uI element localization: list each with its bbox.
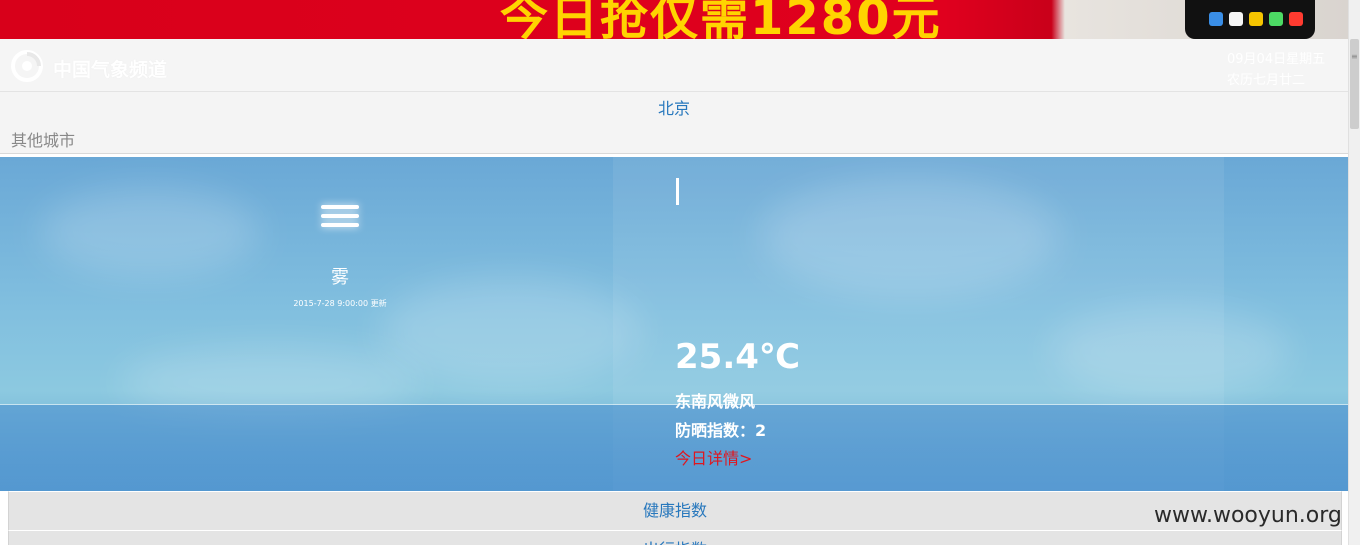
- fog-icon: [321, 205, 359, 231]
- current-city-link[interactable]: 北京: [0, 92, 1348, 125]
- uv-index: 防晒指数：2: [675, 421, 767, 440]
- scrollbar-grip-icon: ≡: [1351, 52, 1358, 61]
- date-lunar: 农历七月廿二: [1227, 73, 1306, 88]
- update-time: 2015-7-28 9:00:00 更新: [293, 299, 387, 308]
- logo-text[interactable]: 中国气象频道: [53, 55, 167, 82]
- divider: [0, 404, 1348, 405]
- watermark: www.wooyun.org: [1154, 503, 1342, 528]
- ad-banner[interactable]: 今日抢仅需1280元: [0, 0, 1348, 39]
- today-detail-link[interactable]: 今日详情>: [675, 445, 752, 469]
- ad-text: 今日抢仅需1280元: [500, 0, 942, 39]
- index-row-health[interactable]: 健康指数: [8, 491, 1342, 531]
- header-date: 09月04日星期五 农历七月廿二: [1227, 49, 1337, 91]
- other-cities-label: 其他城市: [11, 131, 76, 150]
- date-solar: 09月04日星期五: [1227, 52, 1326, 67]
- logo-swirl-icon[interactable]: [10, 49, 44, 83]
- text-cursor: [676, 178, 679, 205]
- ad-phone-image: [1185, 0, 1315, 39]
- weather-condition: 雾: [331, 267, 349, 288]
- weather-lower-band: [0, 405, 1348, 491]
- wind: 东南风微风: [675, 392, 756, 411]
- header: 中国气象频道 09月04日星期五 农历七月廿二: [0, 39, 1348, 92]
- other-cities-bar[interactable]: 其他城市: [0, 125, 1348, 154]
- page: 今日抢仅需1280元 中国气象频道 09月04日星期五 农历七月廿二 北京 其他…: [0, 0, 1360, 545]
- index-row-travel[interactable]: 出行指数: [8, 530, 1342, 545]
- temperature: 25.4℃: [675, 337, 801, 377]
- weather-panel: 雾 2015-7-28 9:00:00 更新 25.4℃ 东南风微风 防晒指数：…: [0, 157, 1348, 491]
